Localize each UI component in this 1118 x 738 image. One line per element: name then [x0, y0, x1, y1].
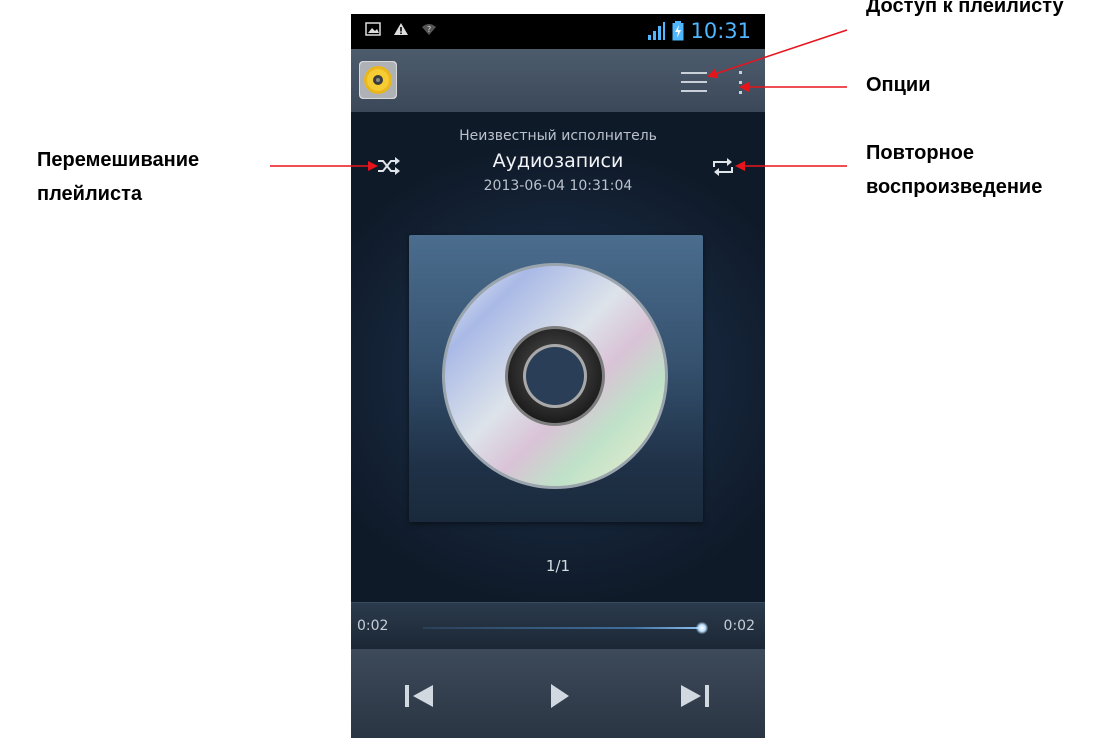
speaker-icon[interactable]: [359, 61, 397, 99]
album-title: Аудиозаписи: [492, 150, 624, 172]
annotation-playlist-access: Доступ к плейлисту: [866, 0, 1064, 17]
seek-bar: 0:02 0:02: [351, 602, 765, 649]
list-icon[interactable]: [681, 69, 707, 95]
album-art: [409, 235, 703, 522]
battery-charging-icon: [672, 21, 684, 41]
annotation-repeat-line2: воспроизведение: [866, 176, 1043, 198]
annotation-shuffle-line1: Перемешивание: [37, 149, 200, 171]
current-time: 0:02: [357, 618, 389, 634]
svg-text:?: ?: [427, 25, 431, 34]
wifi-icon: ?: [422, 24, 436, 35]
overflow-menu-icon[interactable]: [733, 69, 749, 97]
cd-disc-icon: [442, 263, 668, 489]
gallery-icon: [365, 22, 381, 36]
annotation-shuffle-line2: плейлиста: [37, 183, 142, 205]
shuffle-icon[interactable]: [377, 156, 401, 176]
progress-track[interactable]: [423, 627, 703, 629]
phone-screen: ? 10:31 Неизвестный исполнитель Аудиозап…: [351, 14, 765, 738]
action-bar: [351, 49, 765, 112]
track-datetime: 2013-06-04 10:31:04: [483, 178, 633, 194]
next-icon[interactable]: [677, 681, 713, 711]
status-clock: 10:31: [690, 19, 751, 43]
annotation-shuffle: Перемешивание плейлиста: [37, 143, 199, 211]
repeat-icon[interactable]: [712, 157, 734, 177]
signal-icon: [648, 22, 666, 40]
artist-name: Неизвестный исполнитель: [459, 128, 657, 144]
play-icon[interactable]: [541, 681, 577, 711]
status-bar: ? 10:31: [351, 14, 765, 49]
playback-controls: [351, 649, 765, 738]
annotation-repeat: Повторное воспроизведение: [866, 136, 1042, 204]
page-count: 1/1: [545, 557, 571, 575]
total-time: 0:02: [723, 618, 755, 634]
warning-icon: [394, 23, 408, 35]
annotation-repeat-line1: Повторное: [866, 142, 975, 164]
annotation-options: Опции: [866, 74, 931, 96]
previous-icon[interactable]: [401, 681, 437, 711]
progress-thumb[interactable]: [696, 622, 708, 634]
